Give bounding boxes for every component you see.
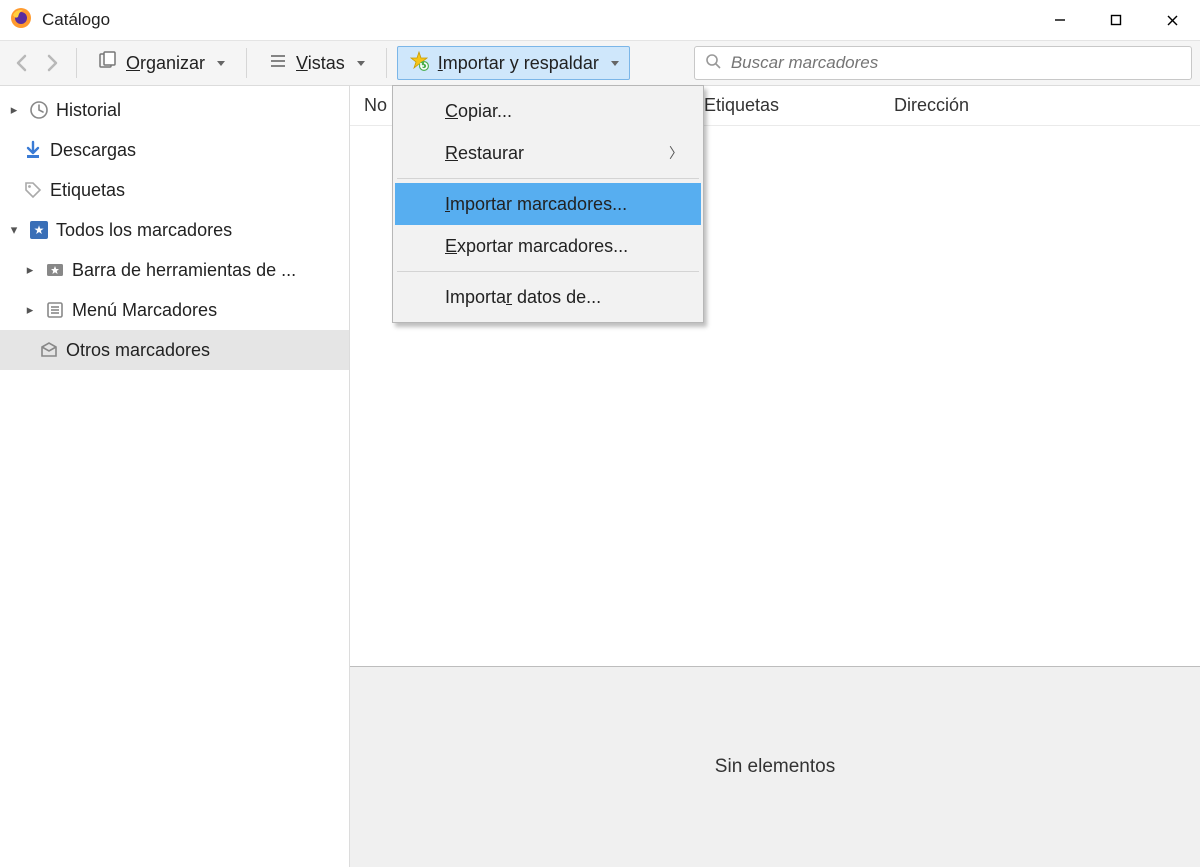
all-bookmarks-label: Todos los marcadores [56, 220, 232, 241]
dropdown-caret-icon [611, 61, 619, 66]
titlebar: Catálogo [0, 0, 1200, 40]
views-icon [268, 51, 288, 76]
close-button[interactable] [1144, 0, 1200, 40]
titlebar-left: Catálogo [10, 7, 110, 34]
search-icon [705, 53, 721, 74]
menu-label: Exportar marcadores... [445, 236, 628, 257]
tags-label: Etiquetas [50, 180, 125, 201]
toolbar-folder-label: Barra de herramientas de ... [72, 260, 296, 281]
sidebar-item-other-bookmarks[interactable]: Otros marcadores [0, 330, 349, 370]
history-label: Historial [56, 100, 121, 121]
toolbar-separator [246, 48, 247, 78]
menu-separator [397, 178, 699, 179]
clock-icon [28, 100, 50, 120]
menu-item-import-bookmarks[interactable]: Importar marcadores... [395, 183, 701, 225]
menu-label: Importar marcadores... [445, 194, 627, 215]
import-backup-button[interactable]: Importar y respaldar [397, 46, 630, 80]
sidebar-item-all-bookmarks[interactable]: ▾ ★ Todos los marcadores [0, 210, 349, 250]
views-label: Vistas [296, 53, 345, 74]
search-area [634, 46, 1192, 80]
search-box[interactable] [694, 46, 1192, 80]
menu-item-import-data[interactable]: Importar datos de... [395, 276, 701, 318]
column-tags[interactable]: Etiquetas [690, 95, 880, 116]
back-button[interactable] [8, 49, 36, 77]
sidebar: ▸ Historial Descargas Etiquetas ▾ [0, 86, 350, 867]
forward-button[interactable] [38, 49, 66, 77]
details-empty-text: Sin elementos [715, 756, 835, 778]
column-address[interactable]: Dirección [880, 95, 1200, 116]
menu-label: Importar datos de... [445, 287, 601, 308]
menu-label: Restaurar [445, 143, 524, 164]
bookmark-toolbar-icon [44, 260, 66, 280]
toolbar-separator [76, 48, 77, 78]
views-button[interactable]: Vistas [257, 46, 376, 80]
window-title: Catálogo [42, 10, 110, 30]
details-pane: Sin elementos [350, 667, 1200, 867]
library-window: Catálogo Organizar [0, 0, 1200, 867]
collapse-icon[interactable]: ▾ [6, 222, 22, 238]
other-bookmarks-label: Otros marcadores [66, 340, 210, 361]
sidebar-item-downloads[interactable]: Descargas [0, 130, 349, 170]
import-backup-label: Importar y respaldar [438, 53, 599, 74]
organize-button[interactable]: Organizar [87, 46, 236, 80]
downloads-label: Descargas [50, 140, 136, 161]
menu-folder-label: Menú Marcadores [72, 300, 217, 321]
nav-buttons [8, 49, 66, 77]
menu-item-copy[interactable]: Copiar... [395, 90, 701, 132]
search-input[interactable] [729, 52, 1181, 74]
other-bookmarks-icon [38, 340, 60, 360]
sidebar-item-history[interactable]: ▸ Historial [0, 90, 349, 130]
firefox-icon [10, 7, 32, 34]
sidebar-item-tags[interactable]: Etiquetas [0, 170, 349, 210]
organize-label: Organizar [126, 53, 205, 74]
window-controls [1032, 0, 1200, 40]
tag-icon [22, 180, 44, 200]
minimize-button[interactable] [1032, 0, 1088, 40]
toolbar: Organizar Vistas Importar y respaldar [0, 40, 1200, 86]
organize-icon [98, 51, 118, 76]
toolbar-separator [386, 48, 387, 78]
dropdown-caret-icon [217, 61, 225, 66]
menu-separator [397, 271, 699, 272]
sidebar-item-menu-folder[interactable]: ▸ Menú Marcadores [0, 290, 349, 330]
menu-item-restore[interactable]: Restaurar 〉 [395, 132, 701, 174]
menu-item-export-bookmarks[interactable]: Exportar marcadores... [395, 225, 701, 267]
menu-label: Copiar... [445, 101, 512, 122]
import-backup-menu: Copiar... Restaurar 〉 Importar marcadores… [392, 85, 704, 323]
bookmark-menu-icon [44, 300, 66, 320]
download-icon [22, 140, 44, 160]
dropdown-caret-icon [357, 61, 365, 66]
expand-icon[interactable]: ▸ [22, 262, 38, 278]
submenu-arrow-icon: 〉 [669, 143, 683, 163]
import-star-icon [408, 50, 430, 77]
maximize-button[interactable] [1088, 0, 1144, 40]
sidebar-item-toolbar-folder[interactable]: ▸ Barra de herramientas de ... [0, 250, 349, 290]
bookmark-star-icon: ★ [28, 221, 50, 239]
expand-icon[interactable]: ▸ [6, 102, 22, 118]
expand-icon[interactable]: ▸ [22, 302, 38, 318]
